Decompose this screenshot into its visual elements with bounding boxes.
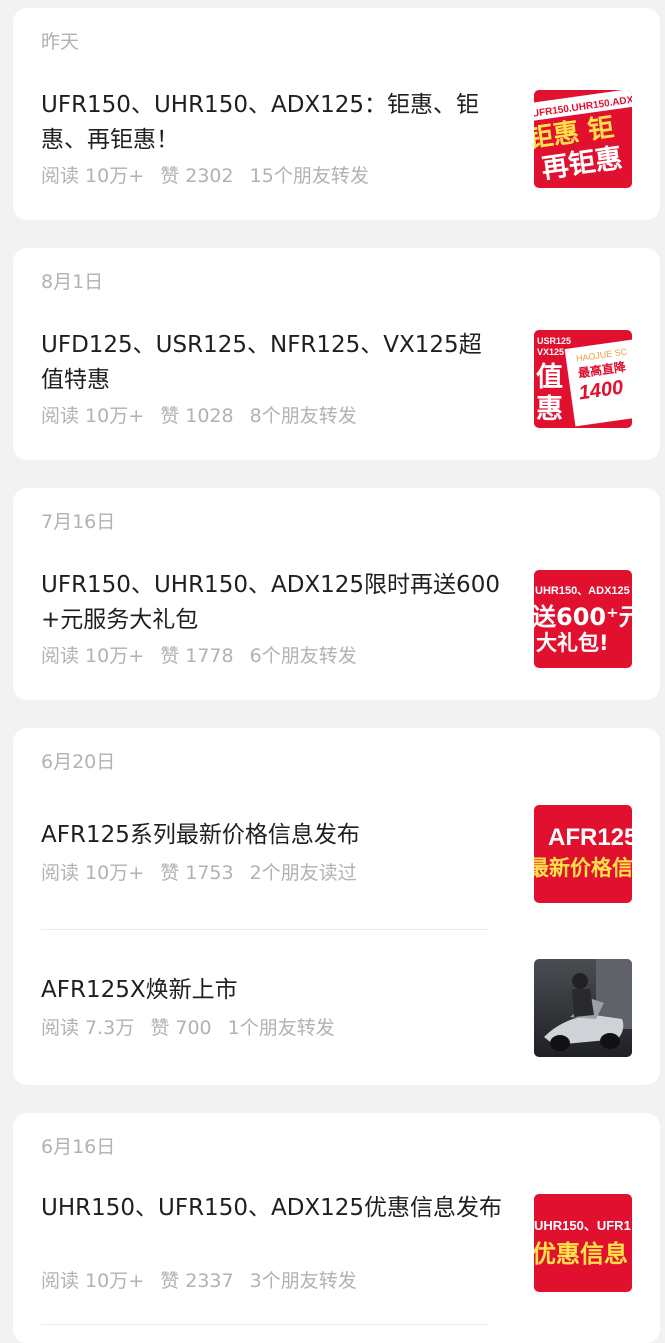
friends-share-count: 8个朋友转发 (249, 405, 357, 427)
article-title[interactable]: UFR150、UHR150、ADX125：钜惠、钜惠、再钜惠！ (41, 88, 503, 158)
scooter-photo-thumbnail-icon (534, 959, 632, 1057)
article-item[interactable]: AFR125系列最新价格信息发布 阅读 10万+ 赞 1753 2个朋友读过 A… (41, 805, 641, 908)
article-group-card: 6月20日 AFR125系列最新价格信息发布 阅读 10万+ 赞 1753 2个… (13, 728, 660, 1085)
friends-share-count: 6个朋友转发 (249, 645, 357, 667)
promo-thumbnail-icon: UFR150.UHR150.ADX125 钜惠 钜 再钜惠 (534, 90, 632, 188)
article-thumbnail[interactable]: AFR125 最新价格信 (534, 805, 632, 903)
article-meta: 阅读 7.3万 赞 700 1个朋友转发 (41, 1019, 345, 1038)
article-group-card: 7月16日 UFR150、UHR150、ADX125限时再送600+元服务大礼包… (13, 488, 660, 700)
read-count: 阅读 7.3万 (41, 1017, 135, 1039)
friends-read-count: 2个朋友读过 (249, 862, 357, 884)
article-feed: 昨天 UFR150、UHR150、ADX125：钜惠、钜惠、再钜惠！ 阅读 10… (0, 0, 665, 1343)
article-title[interactable]: UFD125、USR125、NFR125、VX125超值特惠 (41, 328, 503, 398)
article-group-card: 昨天 UFR150、UHR150、ADX125：钜惠、钜惠、再钜惠！ 阅读 10… (13, 8, 660, 220)
article-item[interactable]: AFR125X焕新上市 阅读 7.3万 赞 700 1个朋友转发 (41, 959, 641, 1063)
like-count: 赞 1028 (160, 405, 234, 427)
promo-thumbnail-icon: USR125 VX125 值 惠 HAOJUE SC 最高直降 1400 (534, 330, 632, 428)
read-count: 阅读 10万+ (41, 862, 145, 884)
read-count: 阅读 10万+ (41, 645, 145, 667)
article-title[interactable]: UFR150、UHR150、ADX125限时再送600+元服务大礼包 (41, 568, 503, 638)
svg-text:大礼包!: 大礼包! (536, 631, 609, 655)
group-date: 7月16日 (41, 511, 116, 533)
friends-share-count: 3个朋友转发 (249, 1270, 357, 1292)
article-item[interactable]: UFR150、UHR150、ADX125：钜惠、钜惠、再钜惠！ 阅读 10万+ … (41, 88, 641, 198)
svg-text:UHR150、UFR1: UHR150、UFR1 (534, 1218, 631, 1233)
read-count: 阅读 10万+ (41, 405, 145, 427)
group-date: 8月1日 (41, 271, 104, 293)
article-title[interactable]: AFR125X焕新上市 (41, 973, 503, 1008)
article-thumbnail[interactable]: UFR150.UHR150.ADX125 钜惠 钜 再钜惠 (534, 90, 632, 188)
article-group-card: 6月16日 UHR150、UFR150、ADX125优惠信息发布 阅读 10万+… (13, 1113, 660, 1343)
promo-thumbnail-icon: UHR150、ADX125 送600⁺元 大礼包! (534, 570, 632, 668)
group-date: 6月20日 (41, 751, 116, 773)
group-date: 6月16日 (41, 1136, 116, 1158)
article-item[interactable]: UFR150、UHR150、ADX125限时再送600+元服务大礼包 阅读 10… (41, 568, 641, 678)
article-thumbnail[interactable]: USR125 VX125 值 惠 HAOJUE SC 最高直降 1400 (534, 330, 632, 428)
article-divider (41, 1324, 489, 1325)
article-divider (41, 929, 489, 930)
article-meta: 阅读 10万+ 赞 1028 8个朋友转发 (41, 407, 367, 426)
svg-text:最新价格信: 最新价格信 (534, 856, 632, 880)
like-count: 赞 700 (150, 1017, 212, 1039)
svg-text:送600⁺元: 送600⁺元 (534, 603, 632, 631)
promo-thumbnail-icon: UHR150、UFR1 优惠信息 (534, 1194, 632, 1292)
article-item[interactable]: UFD125、USR125、NFR125、VX125超值特惠 阅读 10万+ 赞… (41, 328, 641, 438)
svg-text:AFR125: AFR125 (548, 824, 632, 851)
svg-text:VX125: VX125 (537, 347, 564, 357)
like-count: 赞 2337 (160, 1270, 234, 1292)
article-thumbnail[interactable]: UHR150、ADX125 送600⁺元 大礼包! (534, 570, 632, 668)
article-thumbnail[interactable]: UHR150、UFR1 优惠信息 (534, 1194, 632, 1292)
svg-text:惠: 惠 (536, 394, 563, 425)
article-item[interactable]: UHR150、UFR150、ADX125优惠信息发布 阅读 10万+ 赞 233… (41, 1191, 641, 1301)
article-meta: 阅读 10万+ 赞 2302 15个朋友转发 (41, 167, 379, 186)
read-count: 阅读 10万+ (41, 1270, 145, 1292)
article-meta: 阅读 10万+ 赞 1778 6个朋友转发 (41, 647, 367, 666)
friends-share-count: 15个朋友转发 (249, 165, 369, 187)
group-date: 昨天 (41, 31, 80, 53)
article-meta: 阅读 10万+ 赞 2337 3个朋友转发 (41, 1272, 367, 1291)
article-thumbnail[interactable] (534, 959, 632, 1057)
like-count: 赞 1778 (160, 645, 234, 667)
read-count: 阅读 10万+ (41, 165, 145, 187)
friends-share-count: 1个朋友转发 (227, 1017, 335, 1039)
article-group-card: 8月1日 UFD125、USR125、NFR125、VX125超值特惠 阅读 1… (13, 248, 660, 460)
promo-thumbnail-icon: AFR125 最新价格信 (534, 805, 632, 903)
svg-text:优惠信息: 优惠信息 (534, 1240, 628, 1268)
article-meta: 阅读 10万+ 赞 1753 2个朋友读过 (41, 864, 367, 883)
like-count: 赞 1753 (160, 862, 234, 884)
svg-text:UHR150、ADX125: UHR150、ADX125 (535, 585, 630, 597)
svg-text:值: 值 (536, 362, 563, 393)
svg-text:USR125: USR125 (537, 336, 571, 346)
article-title[interactable]: AFR125系列最新价格信息发布 (41, 818, 503, 853)
like-count: 赞 2302 (160, 165, 234, 187)
article-title[interactable]: UHR150、UFR150、ADX125优惠信息发布 (41, 1191, 503, 1226)
